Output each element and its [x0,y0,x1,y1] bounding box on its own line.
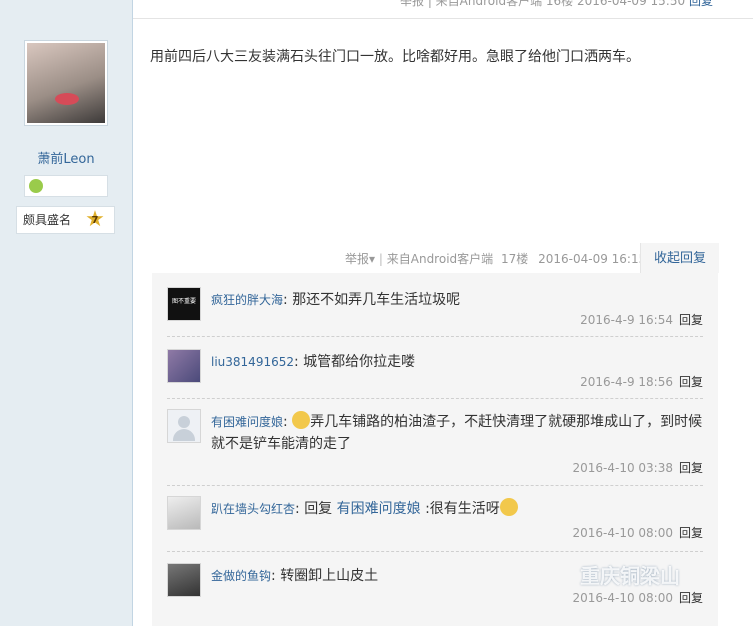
reply-prefix: 回复 [304,501,333,517]
reply-text: 那还不如弄几车生活垃圾呢 [292,292,461,308]
reply-button[interactable]: 回复 [679,313,703,327]
reply-button[interactable]: 回复 [679,526,703,540]
reply-meta: 2016-4-10 03:38 回复 [572,459,703,476]
reply-username[interactable]: liu381491652 [211,355,294,369]
reply-avatar[interactable] [167,496,201,530]
smile-emoji-icon [292,411,311,429]
reply-meta: 2016-4-10 08:00 回复 [572,589,703,606]
reply-button[interactable]: 回复 [679,375,703,389]
reply-username[interactable]: 金做的鱼钩 [211,569,271,583]
post-timestamp: 2016-04-09 16:15 [538,252,647,266]
author-medal-bar [24,175,108,197]
reply-time: 2016-4-10 08:00 [572,591,673,605]
reply-colon: : [294,354,304,370]
reply-body: 趴在墙头勾红杏: 回复 有困难问度娘 :很有生活呀 [211,498,703,520]
reply-meta: 2016-4-9 18:56 回复 [580,373,703,390]
reply-time: 2016-4-10 03:38 [572,461,673,475]
reply-body: 有困难问度娘: 弄几车铺路的柏油渣子，不赶快清理了就硬那堆成山了，到时候就不是铲… [211,411,703,455]
reply-avatar[interactable] [167,409,201,443]
meta-separator: | [378,252,383,266]
rank-star-icon: ★ 7 [85,207,105,232]
post-floor: 17楼 [500,252,529,266]
reply-text: 转圈卸上山皮土 [280,568,379,584]
reply-divider [167,485,703,486]
reply-avatar[interactable] [167,349,201,383]
reply-time: 2016-4-9 18:56 [580,375,673,389]
previous-floor-info: 举报 | 来自Android客户端 16楼 2016-04-09 15:50 [400,0,686,8]
avatar-lips-shape [55,93,79,105]
reply-body: 疯狂的胖大海: 那还不如弄几车生活垃圾呢 [211,289,703,311]
reply-divider [167,398,703,399]
reply-body: liu381491652: 城管都给你拉走喽 [211,351,703,373]
default-avatar-head [178,416,190,428]
post-meta: 举报▾ | 来自Android客户端 17楼 2016-04-09 16:15 [345,250,646,267]
watermark-logo: 重庆铜梁山 [580,564,680,588]
reply-avatar[interactable]: 图不重要 [167,287,201,321]
medal-icon[interactable] [29,179,43,193]
author-rank: 颇具盛名 ★ 7 [16,206,115,234]
rank-level: 7 [91,215,99,226]
author-sidebar: 萧前Leon 颇具盛名 ★ 7 [0,0,133,626]
floor-divider [133,18,753,19]
post-content: 用前四后八大三友装满石头往门口一放。比啥都好用。急眼了给他门口洒两车。 [150,49,640,65]
default-avatar-body [173,429,195,441]
reply-text: 城管都给你拉走喽 [303,354,416,370]
author-avatar[interactable] [24,40,108,126]
reply-colon: : [271,568,281,584]
reply-button[interactable]: 回复 [679,461,703,475]
reply-username[interactable]: 有困难问度娘 [211,415,283,429]
angry-emoji-icon [499,498,518,516]
author-username[interactable]: 萧前Leon [0,148,132,167]
reply-colon: : [283,292,293,308]
report-dropdown-icon[interactable]: ▾ [369,252,375,266]
reply-time: 2016-4-10 08:00 [572,526,673,540]
report-link[interactable]: 举报 [345,252,369,266]
post-source: 来自Android客户端 [386,252,494,266]
reply-target-user[interactable]: 有困难问度娘 [337,501,421,517]
previous-floor-meta: 举报 | 来自Android客户端 16楼 2016-04-09 15:50 回… [400,0,713,9]
previous-floor-reply-link[interactable]: 回复 [689,0,713,8]
reply-colon: : [283,414,293,430]
reply-colon: : [295,501,305,517]
reply-username[interactable]: 趴在墙头勾红杏 [211,502,295,516]
reply-time: 2016-4-9 16:54 [580,313,673,327]
reply-avatar-text: 图不重要 [172,298,197,305]
reply-username[interactable]: 疯狂的胖大海 [211,293,283,307]
reply-button[interactable]: 回复 [679,591,703,605]
reply-divider [167,336,703,337]
rank-label: 颇具盛名 [23,213,72,227]
avatar-image [27,43,105,123]
reply-meta: 2016-4-10 08:00 回复 [572,524,703,541]
reply-text: :很有生活呀 [425,501,500,517]
collapse-replies-button[interactable]: 收起回复 [640,243,719,273]
reply-divider [167,551,703,552]
reply-avatar[interactable] [167,563,201,597]
reply-meta: 2016-4-9 16:54 回复 [580,311,703,328]
